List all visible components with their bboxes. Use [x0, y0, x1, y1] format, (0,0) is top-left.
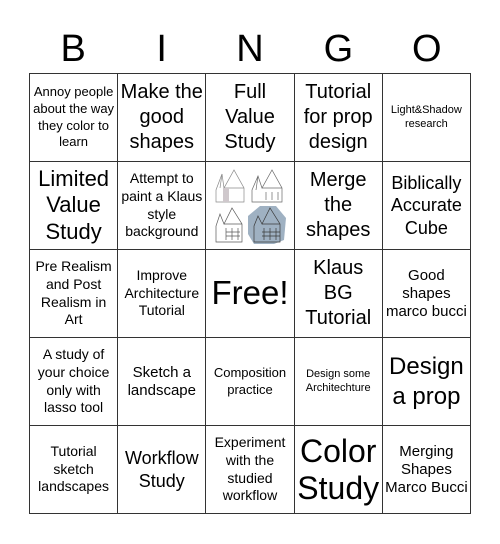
bingo-cell[interactable]: Design a prop — [382, 338, 471, 426]
cell-text: A study of your choice only with lasso t… — [37, 345, 110, 416]
bingo-cell[interactable]: Improve Architecture Tutorial — [118, 250, 207, 338]
cell-text: Full Value Study — [224, 81, 276, 153]
cell-text: Pre Realism and Post Realism in Art — [35, 257, 112, 328]
bingo-cell[interactable]: Full Value Study — [206, 74, 295, 162]
bingo-cell[interactable]: Experiment with the studied workflow — [206, 426, 295, 514]
bingo-cell[interactable]: Klaus BG Tutorial — [294, 250, 383, 338]
cell-text: Color Study — [297, 432, 380, 506]
bingo-header: B I N G O — [29, 24, 471, 74]
cell-text: Design a prop — [389, 352, 464, 410]
bingo-grid: Annoy people about the way they color to… — [29, 73, 471, 514]
cell-text: Make the good shapes — [120, 81, 203, 153]
bingo-cell[interactable]: Biblically Accurate Cube — [382, 162, 471, 250]
bingo-cell[interactable]: Workflow Study — [118, 426, 207, 514]
cell-text: Workflow Study — [124, 448, 199, 491]
bingo-cell-image[interactable] — [206, 162, 295, 250]
bingo-cell[interactable]: Pre Realism and Post Realism in Art — [30, 250, 119, 338]
bingo-cell[interactable]: Make the good shapes — [118, 74, 207, 162]
cell-text: Tutorial sketch landscapes — [38, 442, 109, 495]
header-letter-n: N — [236, 28, 264, 70]
bingo-cell[interactable]: Limited Value Study — [30, 162, 119, 250]
bingo-cell[interactable]: Good shapes marco bucci — [382, 250, 471, 338]
free-space-text: Free! — [211, 274, 289, 312]
bingo-cell[interactable]: Merge the shapes — [294, 162, 383, 250]
bingo-cell[interactable]: Attempt to paint a Klaus style backgroun… — [118, 162, 207, 250]
cell-text: Attempt to paint a Klaus style backgroun… — [121, 169, 203, 240]
bingo-cell[interactable]: Merging Shapes Marco Bucci — [382, 426, 471, 514]
bingo-cell[interactable]: Composition practice — [206, 338, 295, 426]
cell-text: Limited Value Study — [38, 165, 110, 244]
architecture-sketch-image — [209, 165, 290, 246]
cell-text: Design some Architechture — [305, 367, 371, 394]
cell-text: Annoy people about the way they color to… — [33, 83, 115, 150]
bingo-cell[interactable]: Tutorial for prop design — [294, 74, 383, 162]
header-letter-o: O — [412, 28, 442, 70]
bingo-cell[interactable]: Design some Architechture — [294, 338, 383, 426]
cell-text: Light&Shadow research — [390, 103, 462, 130]
cell-text: Good shapes marco bucci — [385, 266, 467, 320]
header-letter-g: G — [323, 28, 354, 70]
cell-text: Improve Architecture Tutorial — [124, 266, 200, 319]
bingo-cell[interactable]: A study of your choice only with lasso t… — [30, 338, 119, 426]
cell-text: Experiment with the studied workflow — [214, 433, 286, 504]
bingo-cell[interactable]: Tutorial sketch landscapes — [30, 426, 119, 514]
cell-text: Merge the shapes — [305, 169, 371, 241]
bingo-cell[interactable]: Annoy people about the way they color to… — [30, 74, 119, 162]
bingo-cell-free[interactable]: Free! — [206, 250, 295, 338]
bingo-cell[interactable]: Color Study — [294, 426, 383, 514]
cell-text: Klaus BG Tutorial — [305, 257, 372, 329]
header-letter-i: I — [156, 28, 167, 70]
header-letter-b: B — [60, 28, 86, 70]
bingo-cell[interactable]: Light&Shadow research — [382, 74, 471, 162]
cell-text: Composition practice — [213, 364, 287, 397]
cell-text: Tutorial for prop design — [303, 81, 373, 153]
cell-text: Biblically Accurate Cube — [390, 172, 462, 238]
cell-text: Merging Shapes Marco Bucci — [385, 442, 468, 496]
cell-text: Sketch a landscape — [127, 363, 196, 399]
bingo-cell[interactable]: Sketch a landscape — [118, 338, 207, 426]
